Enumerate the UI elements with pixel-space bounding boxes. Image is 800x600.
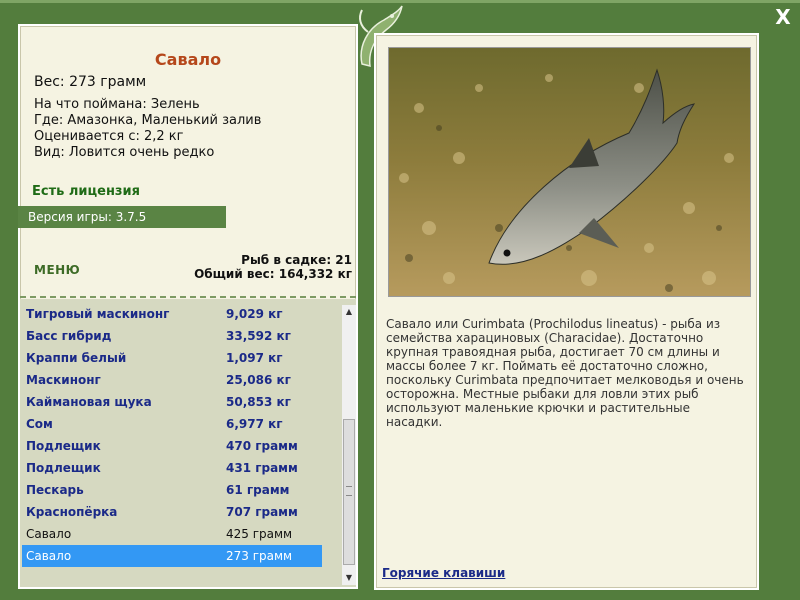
- keep-count: Рыб в садке: 21: [241, 253, 352, 267]
- catch-list-row[interactable]: Подлещик 431 грамм: [22, 457, 322, 479]
- rated-from-text: Оценивается с: 2,2 кг: [34, 129, 184, 144]
- fish-info-panel: Савало Вес: 273 грамм На что поймана: Зе…: [18, 24, 358, 589]
- catch-list-row[interactable]: Басс гибрид 33,592 кг: [22, 325, 322, 347]
- catch-list-row[interactable]: Каймановая щука 50,853 кг: [22, 391, 322, 413]
- catch-fish-name: Краппи белый: [26, 351, 127, 365]
- fish-description-panel: Савало или Curimbata (Prochilodus lineat…: [374, 33, 759, 590]
- keep-net-stats: Рыб в садке: 21 Общий вес: 164,332 кг: [194, 253, 352, 281]
- catch-fish-name: Каймановая щука: [26, 395, 152, 409]
- fish-description: Савало или Curimbata (Prochilodus lineat…: [386, 317, 744, 429]
- catch-fish-weight: 9,029 кг: [226, 307, 283, 321]
- scroll-up-arrow-icon[interactable]: ▲: [342, 305, 356, 319]
- catch-fish-weight: 6,977 кг: [226, 417, 283, 431]
- catch-list-row[interactable]: Пескарь 61 грамм: [22, 479, 322, 501]
- catch-list-row[interactable]: Савало 425 грамм: [22, 523, 322, 545]
- catch-list[interactable]: Тигровый маскинонг 9,029 кг Басс гибрид 33,…: [20, 299, 356, 587]
- catch-list-row[interactable]: Тигровый маскинонг 9,029 кг: [22, 303, 322, 325]
- fish-photo: [388, 47, 751, 297]
- catch-list-row[interactable]: Подлещик 470 грамм: [22, 435, 322, 457]
- catch-fish-name: Подлещик: [26, 439, 101, 453]
- catch-list-row[interactable]: Краснопёрка 707 грамм: [22, 501, 322, 523]
- catch-fish-name: Краснопёрка: [26, 505, 118, 519]
- hotkeys-link[interactable]: Горячие клавиши: [382, 566, 505, 580]
- catch-fish-weight: 61 грамм: [226, 483, 290, 497]
- catch-fish-weight: 431 грамм: [226, 461, 298, 475]
- grip-icon: [346, 486, 352, 496]
- fish-weight: Вес: 273 грамм: [34, 74, 147, 90]
- catch-fish-weight: 50,853 кг: [226, 395, 291, 409]
- scroll-thumb[interactable]: [343, 419, 355, 565]
- list-scrollbar[interactable]: ▲ ▼: [342, 305, 356, 585]
- menu-button[interactable]: МЕНЮ: [34, 263, 80, 277]
- game-version-bar: Версия игры: 3.7.5: [18, 206, 226, 228]
- scroll-down-arrow-icon[interactable]: ▼: [342, 571, 356, 585]
- catch-fish-weight: 470 грамм: [226, 439, 298, 453]
- catch-list-row[interactable]: Краппи белый 1,097 кг: [22, 347, 322, 369]
- catch-fish-name: Маскинонг: [26, 373, 101, 387]
- catch-fish-name: Пескарь: [26, 483, 84, 497]
- catch-list-row[interactable]: Сом 6,977 кг: [22, 413, 322, 435]
- catch-fish-name: Савало: [26, 549, 72, 563]
- location-text: Где: Амазонка, Маленький залив: [34, 113, 262, 128]
- catch-fish-name: Тигровый маскинонг: [26, 307, 170, 321]
- catch-list-row[interactable]: Маскинонг 25,086 кг: [22, 369, 322, 391]
- catch-fish-weight: 25,086 кг: [226, 373, 291, 387]
- catch-list-row[interactable]: Савало 273 грамм: [22, 545, 322, 567]
- catch-fish-weight: 33,592 кг: [226, 329, 291, 343]
- keep-total-weight: Общий вес: 164,332 кг: [194, 267, 352, 281]
- license-status: Есть лицензия: [32, 184, 140, 199]
- fish-details: На что поймана: Зелень Где: Амазонка, Ма…: [34, 97, 261, 161]
- fish-photo-image: [389, 48, 750, 296]
- fish-title: Савало: [154, 50, 222, 69]
- catch-fish-name: Сом: [26, 417, 53, 431]
- catch-fish-weight: 425 грамм: [226, 527, 293, 541]
- catch-fish-name: Савало: [26, 527, 72, 541]
- catch-fish-name: Подлещик: [26, 461, 101, 475]
- catch-fish-name: Басс гибрид: [26, 329, 112, 343]
- catch-fish-weight: 707 грамм: [226, 505, 298, 519]
- close-icon[interactable]: X: [772, 6, 794, 28]
- catch-fish-weight: 273 грамм: [226, 549, 293, 563]
- caught-on-text: На что поймана: Зелень: [34, 97, 200, 112]
- rarity-text: Вид: Ловится очень редко: [34, 145, 215, 160]
- catch-fish-weight: 1,097 кг: [226, 351, 283, 365]
- divider: [20, 296, 356, 298]
